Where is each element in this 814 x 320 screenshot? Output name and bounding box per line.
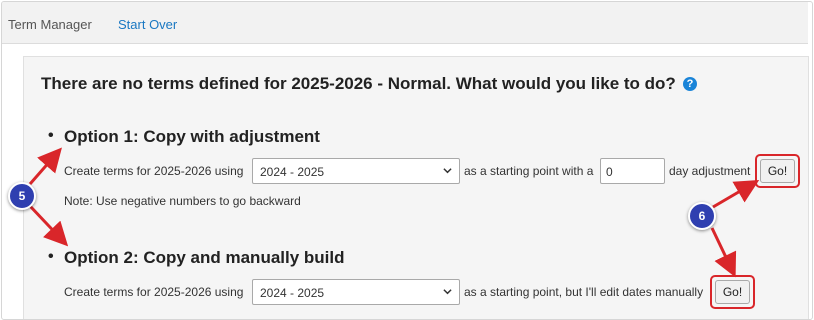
- term-manager-breadcrumb[interactable]: Term Manager: [8, 17, 92, 32]
- help-circle-icon[interactable]: ?: [683, 77, 697, 91]
- option2-create-label: Create terms for 2025-2026 using: [64, 285, 244, 299]
- adjustment-days-input[interactable]: 0: [600, 158, 665, 184]
- option1-mid-label: as a starting point with a: [464, 164, 594, 178]
- callout-badge-5: 5: [8, 182, 36, 210]
- top-nav-bar: Term Manager Start Over: [2, 2, 808, 44]
- option1-bullet: •: [48, 127, 54, 144]
- option2-go-button[interactable]: Go!: [715, 280, 750, 304]
- option1-title: Option 1: Copy with adjustment: [64, 127, 320, 146]
- option1-create-label: Create terms for 2025-2026 using: [64, 164, 244, 178]
- chevron-down-icon: [443, 289, 452, 295]
- option1-go-highlight: Go!: [755, 154, 800, 188]
- option1-note: Note: Use negative numbers to go backwar…: [64, 194, 301, 208]
- option2-mid-label: as a starting point, but I'll edit dates…: [464, 285, 704, 299]
- option1-day-label: day adjustment: [669, 164, 751, 178]
- callout-badge-6: 6: [688, 202, 716, 230]
- chevron-down-icon: [443, 168, 452, 174]
- option2-go-highlight: Go!: [710, 275, 755, 309]
- option1-go-button[interactable]: Go!: [760, 159, 795, 183]
- option2-year-select[interactable]: 2024 - 2025: [252, 279, 460, 305]
- option1-select-value: 2024 - 2025: [260, 165, 325, 179]
- start-over-link[interactable]: Start Over: [118, 17, 177, 32]
- option2-title: Option 2: Copy and manually build: [64, 248, 345, 267]
- option1-year-select[interactable]: 2024 - 2025: [252, 158, 460, 184]
- option2-bullet: •: [48, 248, 54, 265]
- page-heading: There are no terms defined for 2025-2026…: [41, 74, 676, 93]
- option2-select-value: 2024 - 2025: [260, 286, 325, 300]
